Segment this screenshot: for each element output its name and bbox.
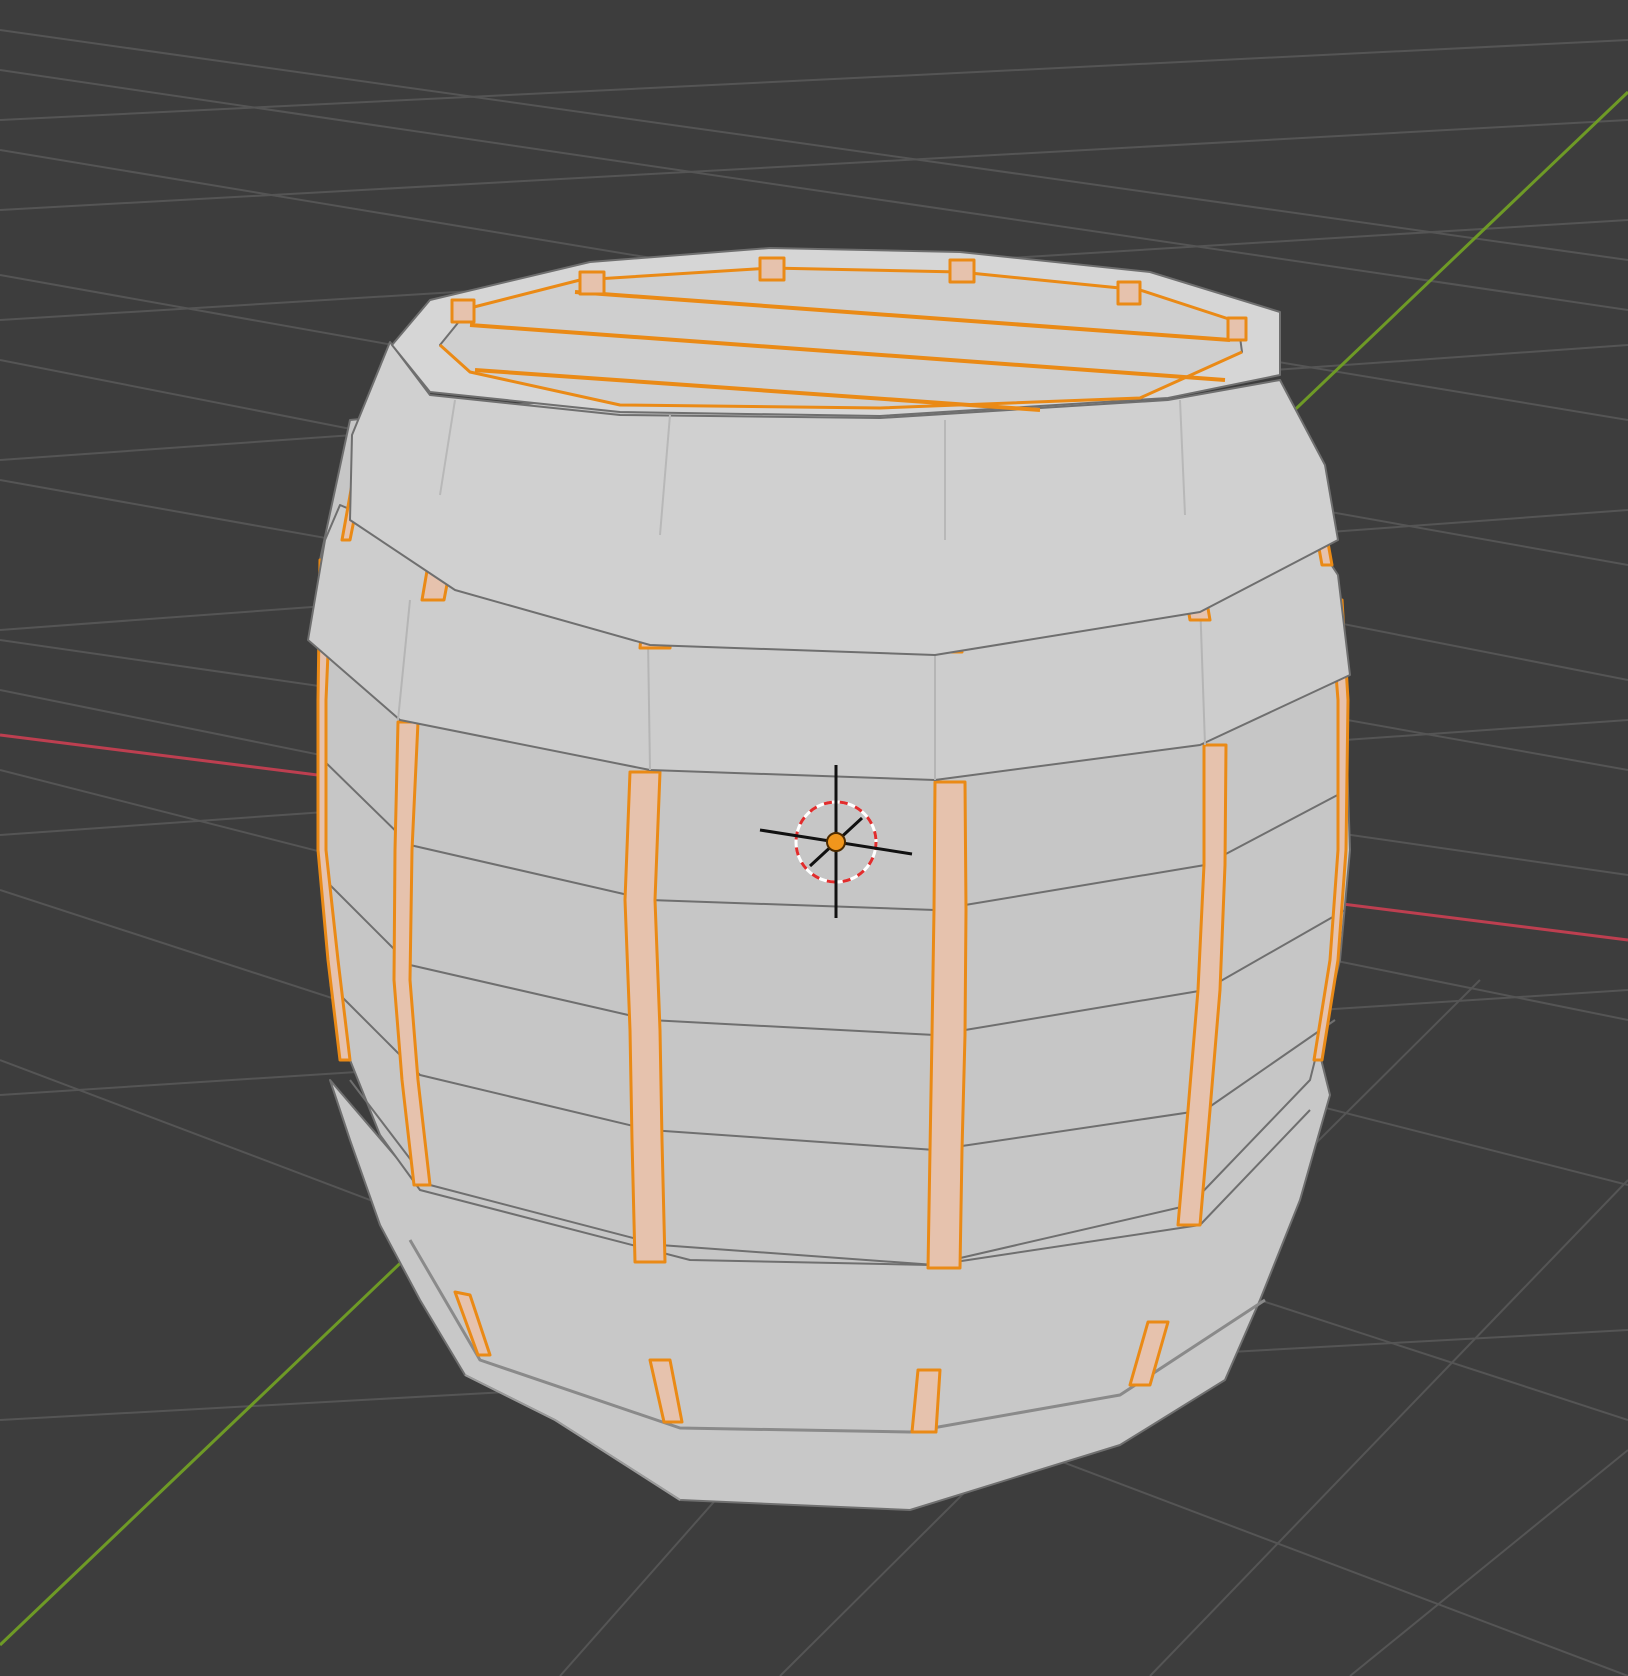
viewport-canvas[interactable] bbox=[0, 0, 1628, 1676]
3d-viewport[interactable] bbox=[0, 0, 1628, 1676]
barrel-mesh[interactable] bbox=[307, 247, 1351, 1511]
object-origin-icon bbox=[826, 832, 846, 852]
